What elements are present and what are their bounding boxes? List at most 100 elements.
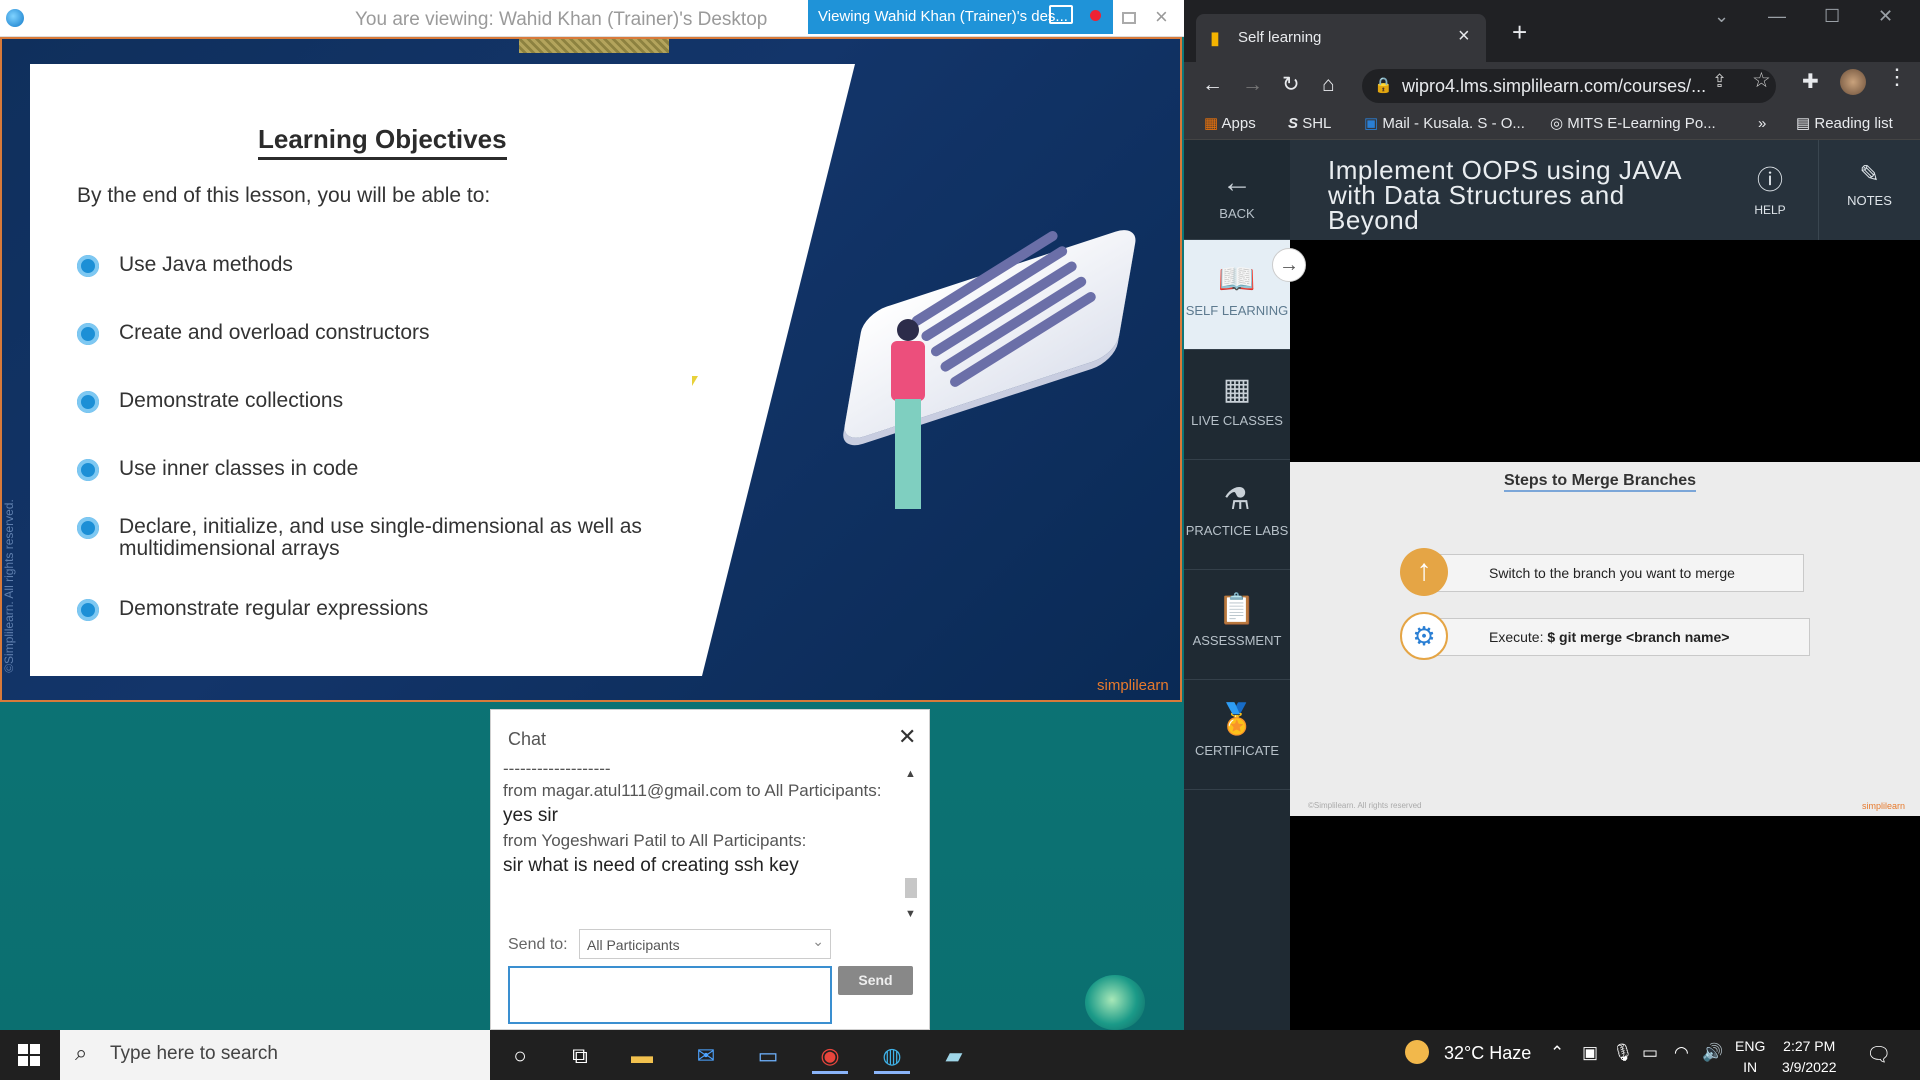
mouse-cursor-icon xyxy=(692,376,698,386)
objective-item: Use inner classes in code xyxy=(77,458,679,481)
url-text: wipro4.lms.simplilearn.com/courses/... xyxy=(1402,76,1707,96)
notes-label: NOTES xyxy=(1847,193,1892,208)
region-code: IN xyxy=(1743,1059,1758,1075)
lesson-slide-title: Steps to Merge Branches xyxy=(1504,472,1697,492)
chat-input[interactable] xyxy=(508,966,832,1024)
weather-text[interactable]: 32°C Haze xyxy=(1444,1043,1531,1064)
task-view-icon[interactable]: ⧉ xyxy=(562,1038,598,1074)
back-arrow-icon[interactable]: ← xyxy=(1202,62,1223,108)
desktop: You are viewing: Wahid Khan (Trainer)'s … xyxy=(0,0,1920,1080)
browser-tab[interactable]: ▮ Self learning × xyxy=(1196,14,1486,62)
tab-close-icon[interactable]: × xyxy=(1458,25,1470,48)
chat-close-icon[interactable]: ✕ xyxy=(898,724,916,750)
chat-message: yes sir xyxy=(503,805,558,826)
lesson-copyright: ©Simplilearn. All rights reserved xyxy=(1308,801,1422,810)
sidebar-item-label: ASSESSMENT xyxy=(1192,633,1282,648)
chat-sender: from Yogeshwari Patil to All Participant… xyxy=(503,831,807,850)
bookmark-label: SHL xyxy=(1302,115,1332,132)
outlook-icon: ▣ xyxy=(1364,115,1379,132)
profile-avatar[interactable] xyxy=(1840,69,1866,95)
webex-window-title: You are viewing: Wahid Khan (Trainer)'s … xyxy=(355,9,768,30)
share-icon[interactable]: ⇪ xyxy=(1712,71,1727,92)
notification-icon[interactable]: 🗨 xyxy=(1866,1042,1891,1067)
bookmark-shl[interactable]: S SHL xyxy=(1288,108,1331,140)
help-button[interactable]: ⓘ HELP xyxy=(1742,160,1798,217)
bookmark-label: MITS E-Learning Po... xyxy=(1567,115,1716,132)
send-to-select[interactable]: All Participants ⌄ xyxy=(579,929,831,959)
back-label: BACK xyxy=(1219,206,1255,221)
help-icon: ⓘ xyxy=(1756,165,1783,195)
webex-floating-icon[interactable] xyxy=(1085,975,1145,1030)
chrome-icon[interactable]: ◉ xyxy=(812,1038,848,1074)
chat-log: ------------------- from magar.atul111@g… xyxy=(503,760,898,930)
chevron-up-icon[interactable]: ⌃ xyxy=(1550,1043,1564,1063)
chevron-down-icon: ⌄ xyxy=(812,933,824,949)
menu-icon[interactable]: ⋮ xyxy=(1886,64,1908,90)
gears-icon: ⚙ xyxy=(1400,612,1448,660)
sidebar-item-live-classes[interactable]: ▦ LIVE CLASSES xyxy=(1184,350,1290,460)
bookmark-star-icon[interactable]: ☆ xyxy=(1752,68,1771,93)
share-drag-handle[interactable] xyxy=(519,39,669,53)
minimize-icon[interactable]: — xyxy=(1768,6,1786,27)
maximize-button[interactable] xyxy=(1122,12,1136,24)
meet-now-icon[interactable]: ▣ xyxy=(1582,1043,1598,1063)
file-explorer-icon[interactable]: ▬ xyxy=(624,1038,660,1074)
back-arrow-icon: ← xyxy=(1222,166,1252,199)
remote-desktop-icon[interactable]: ▭ xyxy=(750,1038,786,1074)
webex-icon[interactable]: ◍ xyxy=(874,1038,910,1074)
bookmark-label: Apps xyxy=(1221,115,1256,132)
merge-step-1: Switch to the branch you want to merge xyxy=(1420,554,1804,592)
bookmark-apps[interactable]: ▦ Apps xyxy=(1204,108,1256,140)
wifi-icon[interactable]: ◠ xyxy=(1674,1043,1689,1063)
send-button[interactable]: Send xyxy=(838,966,913,995)
flask-icon: ⚗ xyxy=(1223,483,1251,516)
back-button[interactable]: ← BACK xyxy=(1184,140,1290,240)
sidebar-item-certificate[interactable]: 🏅 CERTIFICATE xyxy=(1184,680,1290,790)
bookmark-label: Reading list xyxy=(1814,115,1893,132)
reading-list[interactable]: ▤ Reading list xyxy=(1796,108,1893,140)
calendar-icon: ▦ xyxy=(1222,373,1252,406)
maximize-icon[interactable]: ☐ xyxy=(1824,6,1840,27)
bookmark-mits[interactable]: ◎ MITS E-Learning Po... xyxy=(1550,108,1716,140)
new-tab-icon[interactable]: + xyxy=(1512,17,1527,48)
simplilearn-favicon-icon: ▮ xyxy=(1210,28,1220,48)
lock-icon[interactable]: 🔒 xyxy=(1374,73,1393,99)
notes-app-icon[interactable]: ▰ xyxy=(936,1038,972,1074)
chat-message: sir what is need of creating ssh key xyxy=(503,855,799,876)
close-button[interactable]: × xyxy=(1155,4,1168,30)
expand-arrow-icon[interactable]: → xyxy=(1272,248,1306,282)
clock[interactable]: 2:27 PM 3/9/2022 xyxy=(1782,1036,1837,1078)
step-prefix: Execute: xyxy=(1489,629,1548,645)
windows-start-icon[interactable] xyxy=(18,1044,40,1066)
weather-icon xyxy=(1405,1040,1429,1064)
volume-icon[interactable]: 🔊 xyxy=(1702,1043,1723,1063)
close-window-icon[interactable]: ✕ xyxy=(1878,6,1893,27)
microphone-icon[interactable]: 🎙 xyxy=(1612,1043,1634,1063)
notes-button[interactable]: ✎ NOTES xyxy=(1818,140,1920,240)
course-title: Implement OOPS using JAVA with Data Stru… xyxy=(1328,155,1681,235)
cortana-icon[interactable]: ○ xyxy=(502,1038,538,1074)
chat-scrollbar[interactable]: ▲ ▼ xyxy=(903,768,919,920)
webex-title-bar: You are viewing: Wahid Khan (Trainer)'s … xyxy=(0,0,1184,37)
sidebar-item-practice-labs[interactable]: ⚗ PRACTICE LABS xyxy=(1184,460,1290,570)
home-icon[interactable]: ⌂ xyxy=(1322,62,1335,108)
bookmark-mail[interactable]: ▣ Mail - Kusala. S - O... xyxy=(1364,108,1525,140)
battery-icon[interactable]: ▭ xyxy=(1642,1043,1658,1063)
extensions-icon[interactable]: ✚ xyxy=(1802,69,1819,94)
forward-arrow-icon[interactable]: → xyxy=(1242,62,1263,108)
reload-icon[interactable]: ↻ xyxy=(1282,62,1300,108)
chat-panel: Chat ✕ ------------------- from magar.at… xyxy=(490,709,930,1030)
language-indicator[interactable]: ENG IN xyxy=(1735,1036,1765,1078)
apps-grid-icon: ▦ xyxy=(1204,115,1219,132)
bullet-icon xyxy=(77,599,99,621)
bookmarks-overflow[interactable]: » xyxy=(1758,108,1766,140)
screen-share-icon[interactable] xyxy=(1049,5,1073,24)
sidebar-item-assessment[interactable]: 📋 ASSESSMENT xyxy=(1184,570,1290,680)
tab-search-icon[interactable]: ⌄ xyxy=(1714,6,1729,27)
sidebar-item-label: CERTIFICATE xyxy=(1194,743,1280,758)
search-icon: ⌕ xyxy=(75,1040,88,1065)
notes-edit-icon: ✎ xyxy=(1859,161,1880,188)
viewing-banner-text: Viewing Wahid Khan (Trainer)'s des... xyxy=(818,8,1068,25)
mail-icon[interactable]: ✉ xyxy=(688,1038,724,1074)
bookmark-label: Mail - Kusala. S - O... xyxy=(1382,115,1525,132)
